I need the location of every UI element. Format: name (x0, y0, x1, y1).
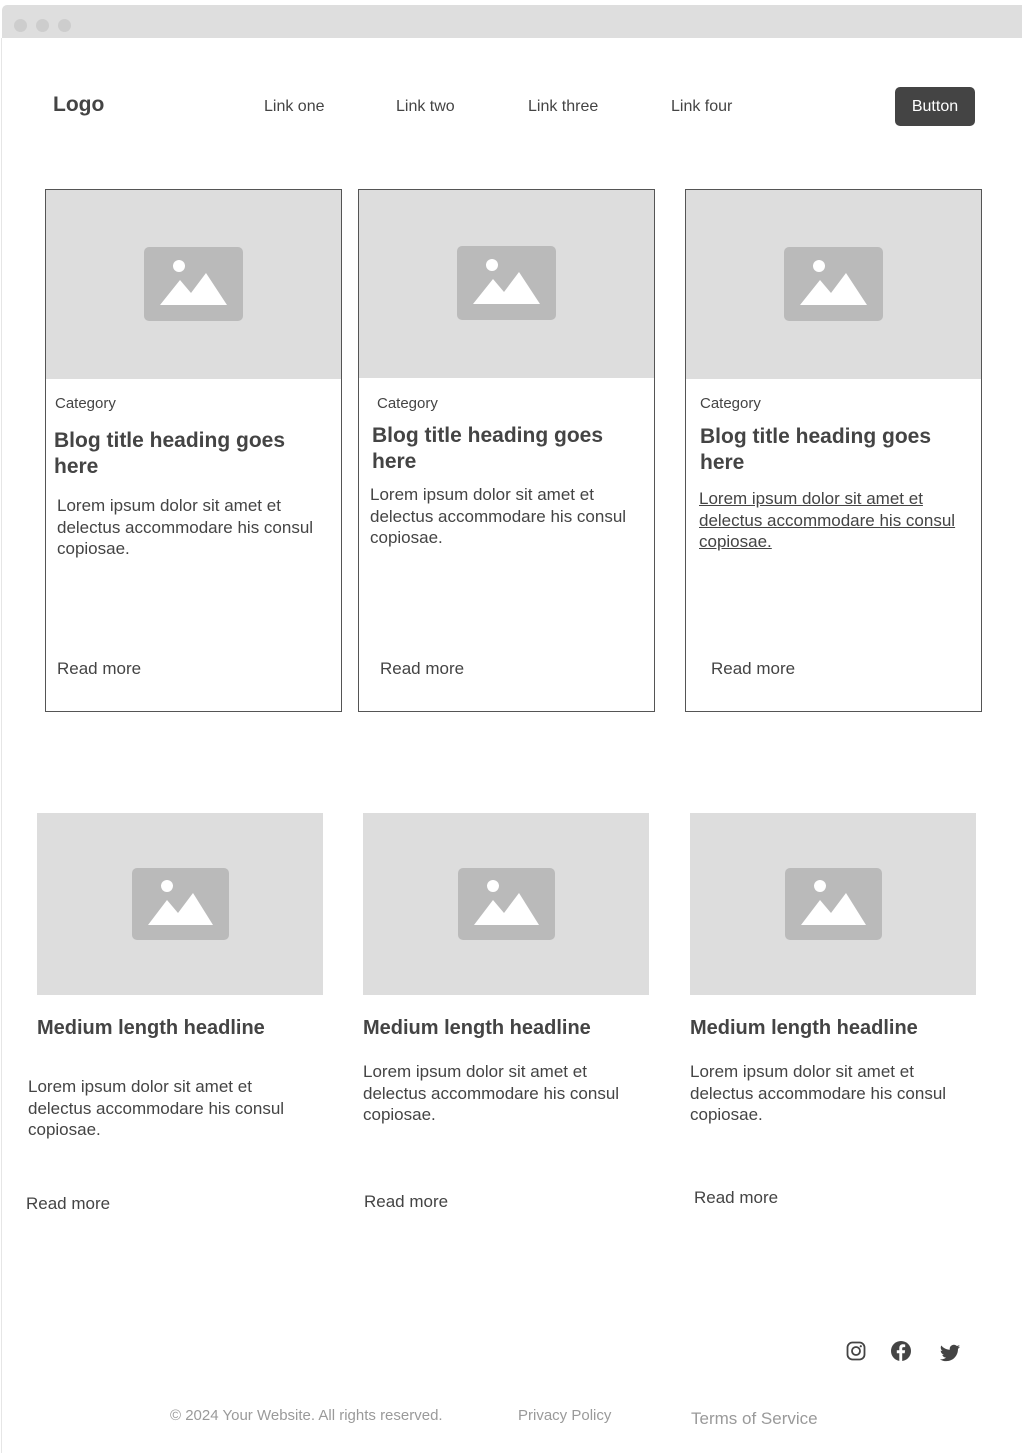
browser-title-bar (2, 5, 1022, 38)
window-close-dot[interactable] (14, 19, 27, 32)
nav-link-one[interactable]: Link one (264, 98, 325, 116)
blog-card-body: Lorem ipsum dolor sit amet et delectus a… (57, 496, 314, 558)
blog-card-title: Blog title heading goes here (700, 425, 932, 474)
media-card-image (690, 813, 976, 995)
blog-card-title: Blog title heading goes here (54, 429, 286, 478)
read-more-link[interactable]: Read more (57, 659, 141, 679)
media-card-body: Lorem ipsum dolor sit amet et delectus a… (690, 1062, 947, 1124)
footer-copyright: © 2024 Your Website. All rights reserved… (170, 1407, 443, 1424)
read-more-link[interactable]: Read more (380, 659, 464, 679)
footer-terms-link[interactable]: Terms of Service (691, 1409, 818, 1429)
nav-link-three[interactable]: Link three (528, 98, 598, 116)
blog-card-category: Category (377, 395, 438, 412)
nav-link-two[interactable]: Link two (396, 98, 455, 116)
instagram-icon[interactable] (845, 1340, 867, 1362)
image-placeholder-icon (785, 868, 882, 940)
image-placeholder-icon (144, 247, 243, 321)
media-card-title: Medium length headline (690, 1017, 918, 1039)
nav-link-four[interactable]: Link four (671, 98, 732, 116)
header-button[interactable]: Button (895, 87, 975, 126)
media-card-body: Lorem ipsum dolor sit amet et delectus a… (363, 1062, 620, 1124)
blog-card-category: Category (700, 395, 761, 412)
twitter-icon[interactable] (939, 1342, 961, 1364)
blog-card-image (686, 190, 981, 379)
media-card-title: Medium length headline (37, 1017, 265, 1039)
window-frame (1, 38, 2, 1453)
blog-card-category: Category (55, 395, 116, 412)
media-card-image (37, 813, 323, 995)
read-more-link[interactable]: Read more (26, 1194, 110, 1214)
blog-card-body: Lorem ipsum dolor sit amet et delectus a… (370, 485, 627, 547)
image-placeholder-icon (132, 868, 229, 940)
header-button-label: Button (911, 97, 959, 115)
read-more-link[interactable]: Read more (711, 659, 795, 679)
logo[interactable]: Logo (53, 93, 104, 117)
image-placeholder-icon (458, 868, 555, 940)
image-placeholder-icon (457, 246, 556, 320)
blog-card-image (359, 190, 654, 378)
read-more-link[interactable]: Read more (694, 1188, 778, 1208)
blog-card: Category Blog title heading goes here Lo… (358, 189, 655, 712)
media-card-image (363, 813, 649, 995)
blog-card-body[interactable]: Lorem ipsum dolor sit amet et delectus a… (699, 488, 959, 553)
image-placeholder-icon (784, 247, 883, 321)
blog-card: Category Blog title heading goes here Lo… (685, 189, 982, 712)
window-minimize-dot[interactable] (36, 19, 49, 32)
blog-card: Category Blog title heading goes here Lo… (45, 189, 342, 712)
media-card-body: Lorem ipsum dolor sit amet et delectus a… (28, 1077, 285, 1139)
facebook-icon[interactable] (890, 1340, 912, 1362)
read-more-link[interactable]: Read more (364, 1192, 448, 1212)
footer-privacy-link[interactable]: Privacy Policy (518, 1407, 611, 1424)
blog-card-image (46, 190, 341, 379)
media-card-title: Medium length headline (363, 1017, 591, 1039)
window-maximize-dot[interactable] (58, 19, 71, 32)
blog-card-title: Blog title heading goes here (372, 424, 604, 473)
